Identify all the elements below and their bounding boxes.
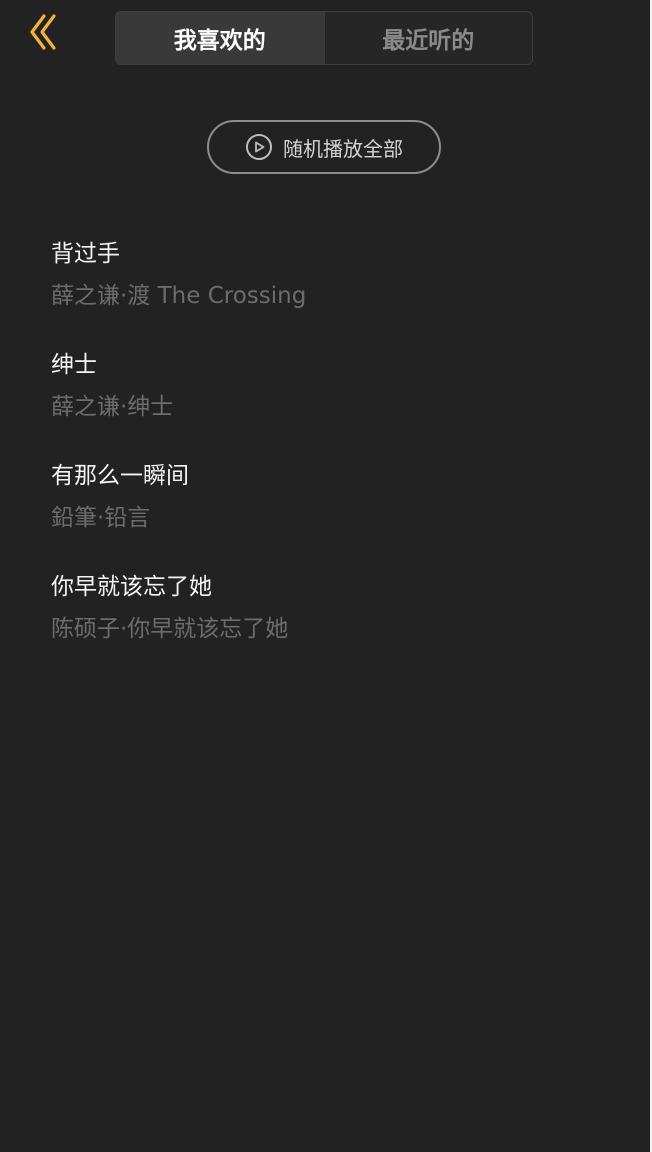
chevron-left-icon bbox=[28, 12, 58, 52]
song-artist-album: 薛之谦·绅士 bbox=[51, 394, 174, 420]
tab-bar: 我喜欢的 最近听的 bbox=[115, 11, 533, 65]
song-list: 背过手 薛之谦·渡 The Crossing 绅士 薛之谦·绅士 有那么一瞬间 … bbox=[51, 234, 611, 678]
song-artist-album: 陈硕子·你早就该忘了她 bbox=[51, 616, 289, 642]
tab-recent[interactable]: 最近听的 bbox=[323, 12, 532, 64]
song-item[interactable]: 背过手 薛之谦·渡 The Crossing bbox=[51, 234, 611, 345]
song-item[interactable]: 有那么一瞬间 鉛筆·铅言 bbox=[51, 456, 611, 567]
song-title: 有那么一瞬间 bbox=[51, 463, 189, 489]
song-artist-album: 薛之谦·渡 The Crossing bbox=[51, 283, 307, 309]
song-title: 你早就该忘了她 bbox=[51, 574, 212, 600]
song-title: 背过手 bbox=[51, 241, 120, 267]
play-circle-icon bbox=[245, 133, 273, 161]
shuffle-label: 随机播放全部 bbox=[283, 136, 403, 161]
song-item[interactable]: 绅士 薛之谦·绅士 bbox=[51, 345, 611, 456]
back-button[interactable] bbox=[28, 10, 64, 54]
song-title: 绅士 bbox=[51, 352, 97, 378]
shuffle-play-all-button[interactable]: 随机播放全部 bbox=[207, 120, 441, 174]
song-artist-album: 鉛筆·铅言 bbox=[51, 505, 151, 531]
song-item[interactable]: 你早就该忘了她 陈硕子·你早就该忘了她 bbox=[51, 567, 611, 678]
tab-favorites[interactable]: 我喜欢的 bbox=[116, 12, 324, 64]
